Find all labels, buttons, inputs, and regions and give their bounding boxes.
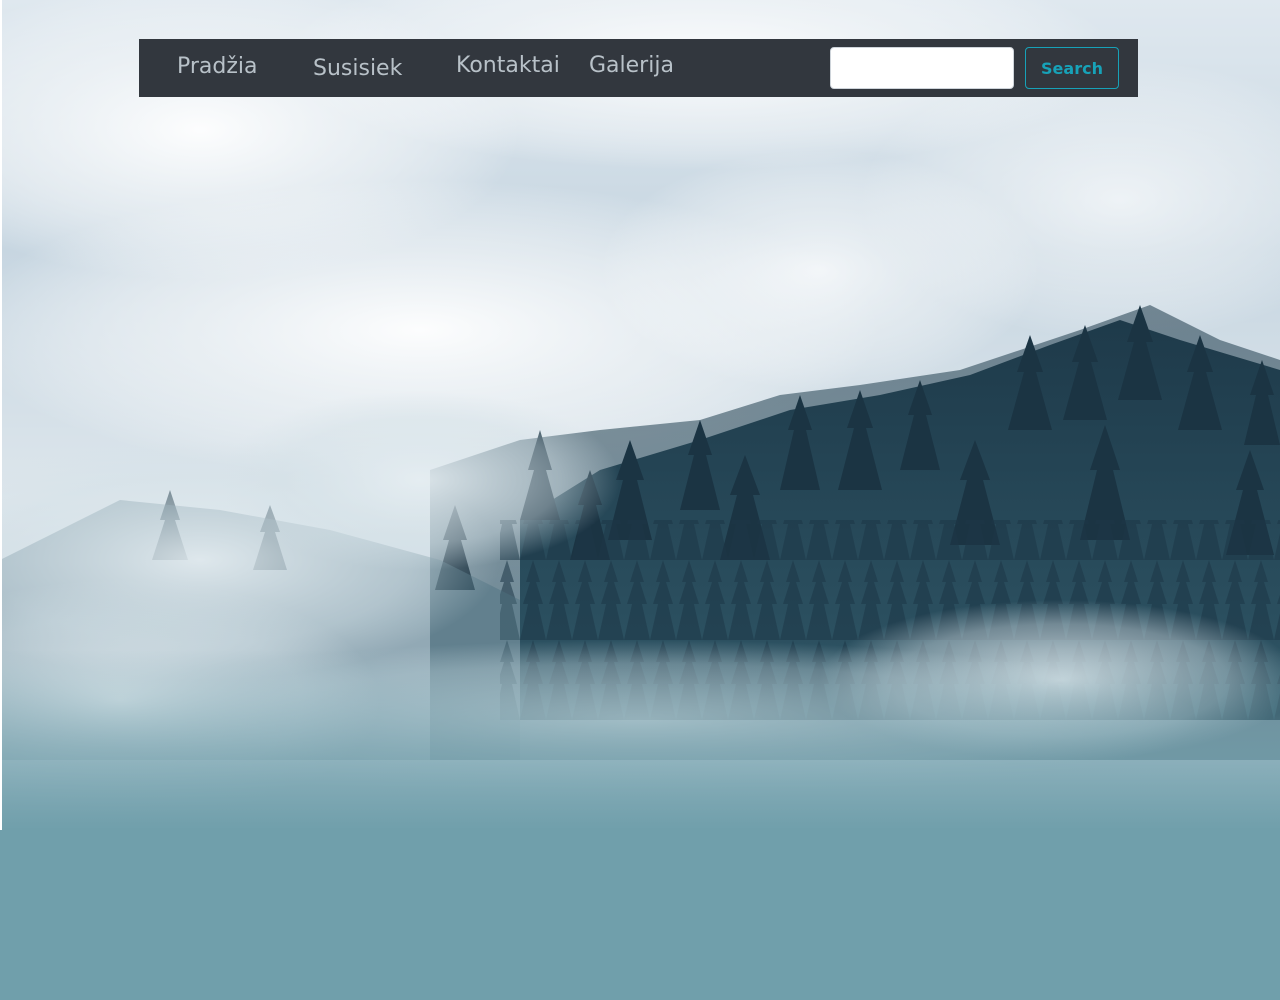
- hero-background-image: [0, 0, 1280, 1000]
- top-navbar: Pradžia Susisiek Kontaktai Galerija Sear…: [139, 39, 1138, 97]
- nav-link-kontaktai[interactable]: Kontaktai: [456, 51, 560, 81]
- search-input[interactable]: [830, 47, 1014, 89]
- nav-link-susisiek[interactable]: Susisiek: [313, 54, 402, 84]
- page-left-edge: [0, 0, 2, 830]
- search-button[interactable]: Search: [1025, 47, 1119, 89]
- nav-link-galerija[interactable]: Galerija: [589, 51, 674, 81]
- nav-link-pradzia[interactable]: Pradžia: [177, 52, 258, 82]
